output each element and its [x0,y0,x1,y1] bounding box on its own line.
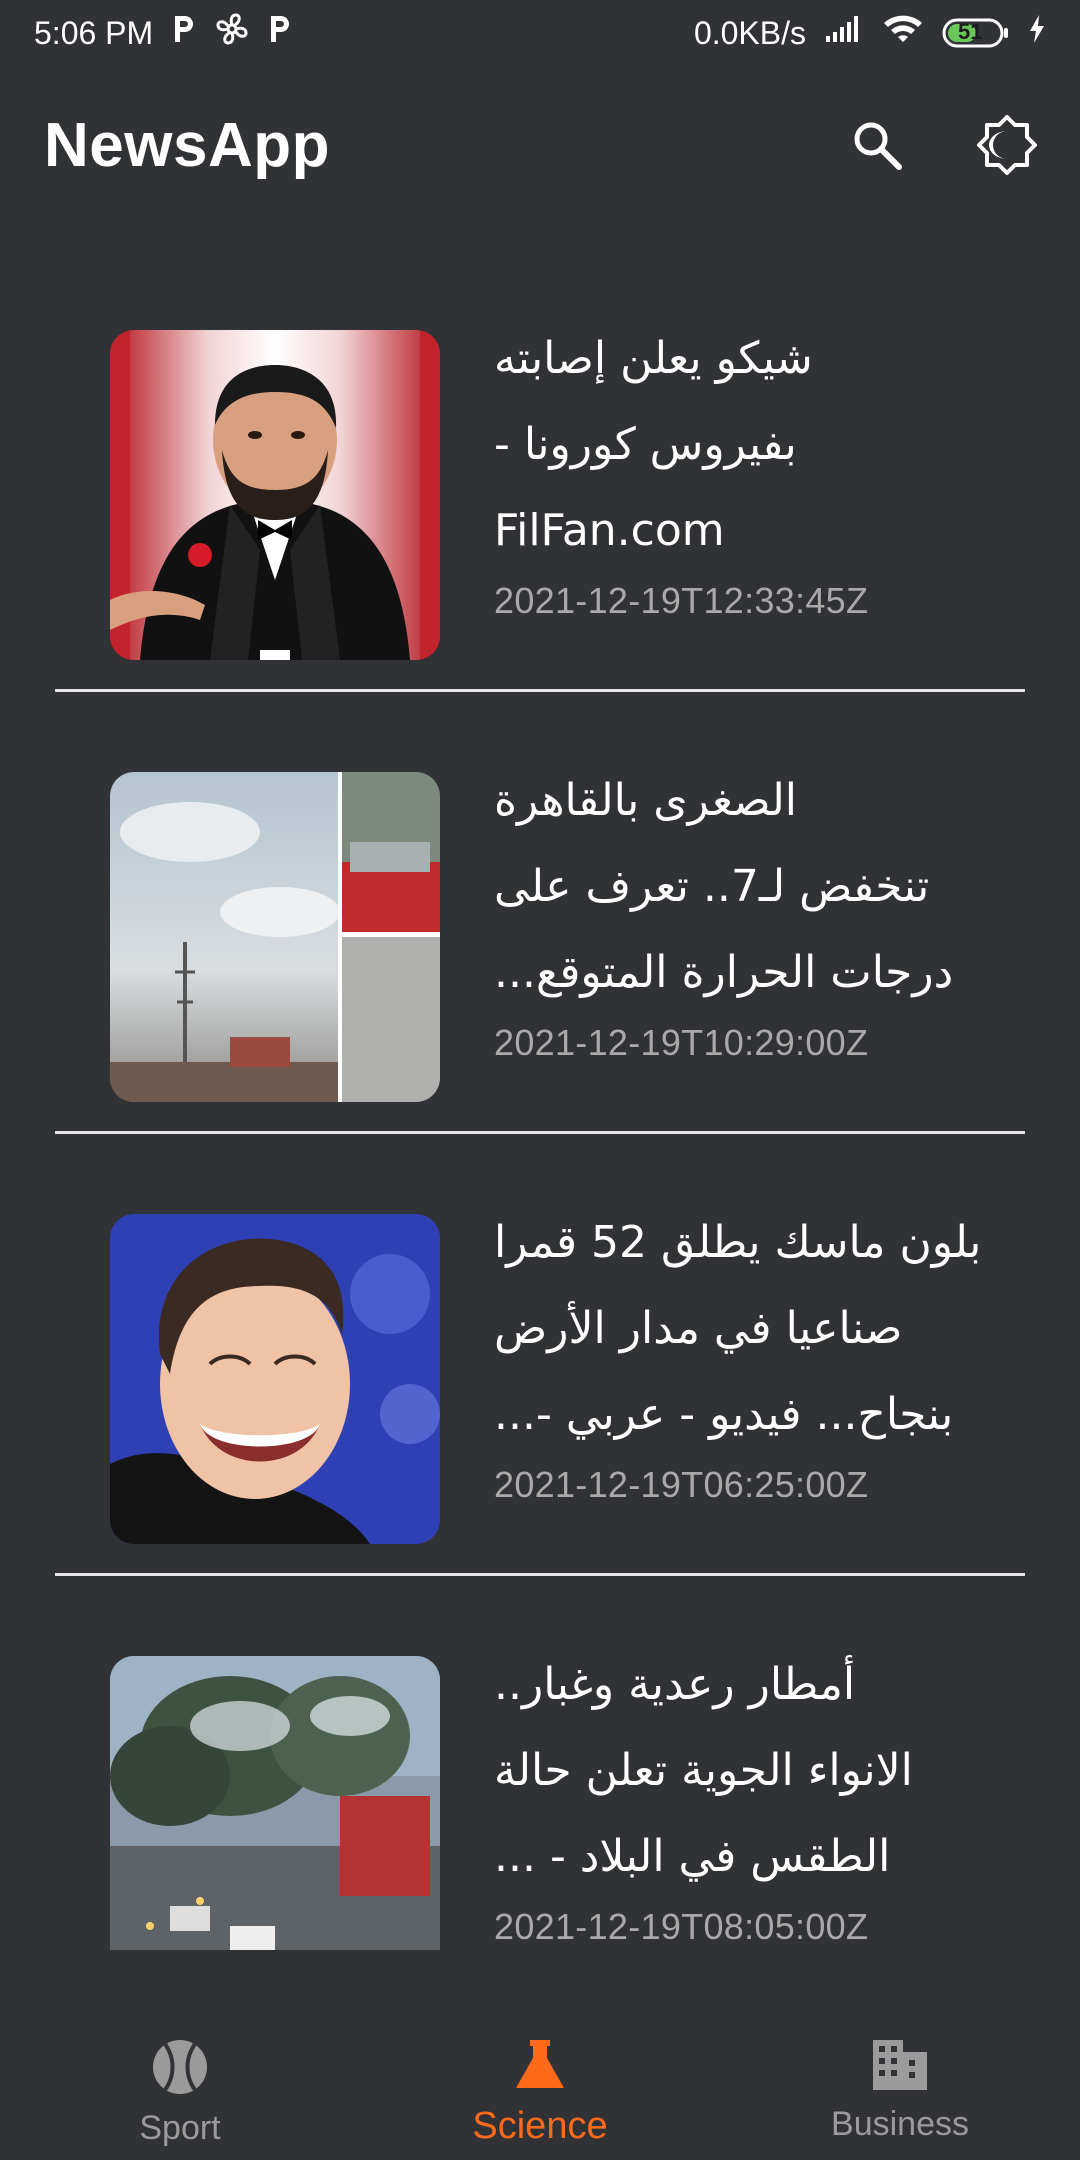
headline-line: بنجاح... فيديو - عربي -... [494,1389,954,1440]
nav-label: Science [472,2105,608,2147]
article-card[interactable]: أمطار رعدية وغبار.. الانواء الجوية تعلن … [0,1576,1080,1950]
nav-item-sport[interactable]: Sport [60,1958,300,2148]
fan-icon [215,12,249,54]
article-thumbnail [110,772,440,1102]
article-headline: بلون ماسك يطلق 52 قمرا صناعيا في مدار ال… [494,1200,994,1458]
headline-line: أمطار رعدية وغبار.. [494,1659,856,1710]
network-speed: 0.0KB/s [693,14,806,51]
article-timestamp: 2021-12-19T08:05:00Z [494,1906,869,1947]
article-card[interactable]: شيكو يعلن إصابته بفيروس كورونا - FilFan.… [0,250,1080,692]
wifi-icon [882,13,924,53]
article-card[interactable]: الصغرى بالقاهرة تنخفض لـ7.. تعرف على درج… [0,692,1080,1134]
battery-icon: 51 [942,17,1010,49]
headline-line: الطقس في البلاد - ... [494,1831,891,1882]
building-icon [871,2038,929,2097]
article-headline: الصغرى بالقاهرة تنخفض لـ7.. تعرف على درج… [494,758,994,1016]
charging-icon [1028,14,1046,52]
article-timestamp: 2021-12-19T12:33:45Z [494,580,869,621]
nav-item-science[interactable]: Science [420,1958,660,2148]
article-headline: أمطار رعدية وغبار.. الانواء الجوية تعلن … [494,1642,994,1900]
headline-line: تنخفض لـ7.. تعرف على [494,861,930,912]
app-bar: NewsApp [0,80,1080,210]
baseball-icon [151,2038,209,2101]
p-icon [171,14,197,52]
search-icon[interactable] [842,110,912,180]
flask-icon [514,2038,566,2097]
headline-line: صناعيا في مدار الأرض [494,1303,903,1354]
headline-line: بفيروس كورونا - [494,419,797,470]
article-text: أمطار رعدية وغبار.. الانواء الجوية تعلن … [494,1656,994,1948]
article-thumbnail [110,1656,440,1950]
news-feed[interactable]: شيكو يعلن إصابته بفيروس كورونا - FilFan.… [0,250,1080,1950]
battery-level: 51 [958,19,983,44]
article-thumbnail [110,1214,440,1544]
headline-line: شيكو يعلن إصابته [494,333,813,384]
article-headline: شيكو يعلن إصابته بفيروس كورونا - FilFan.… [494,316,994,574]
nav-item-business[interactable]: Business [780,1958,1020,2144]
article-thumbnail [110,330,440,660]
p-icon [267,14,293,52]
app-title: NewsApp [44,110,330,180]
article-card[interactable]: بلون ماسك يطلق 52 قمرا صناعيا في مدار ال… [0,1134,1080,1576]
brightness-icon[interactable] [972,110,1042,180]
status-left: 5:06 PM [34,12,293,54]
status-right: 0.0KB/s 51 [694,13,1046,53]
headline-line: FilFan.com [494,505,725,556]
signal-icon [824,14,864,52]
app-actions [842,110,1042,180]
article-timestamp: 2021-12-19T10:29:00Z [494,1022,869,1063]
status-time: 5:06 PM [34,14,154,51]
headline-line: الانواء الجوية تعلن حالة [494,1745,913,1796]
headline-line: بلون ماسك يطلق 52 قمرا [494,1217,982,1268]
article-timestamp: 2021-12-19T06:25:00Z [494,1464,869,1505]
headline-line: درجات الحرارة المتوقع... [494,947,954,998]
article-text: شيكو يعلن إصابته بفيروس كورونا - FilFan.… [494,330,994,622]
headline-line: الصغرى بالقاهرة [494,775,797,826]
article-text: بلون ماسك يطلق 52 قمرا صناعيا في مدار ال… [494,1214,994,1506]
bottom-navigation: Sport Science Business [0,1958,1080,2160]
nav-label: Sport [139,2109,221,2147]
article-text: الصغرى بالقاهرة تنخفض لـ7.. تعرف على درج… [494,772,994,1064]
status-bar: 5:06 PM 0.0KB/s 51 [0,0,1080,66]
nav-label: Business [831,2105,969,2143]
